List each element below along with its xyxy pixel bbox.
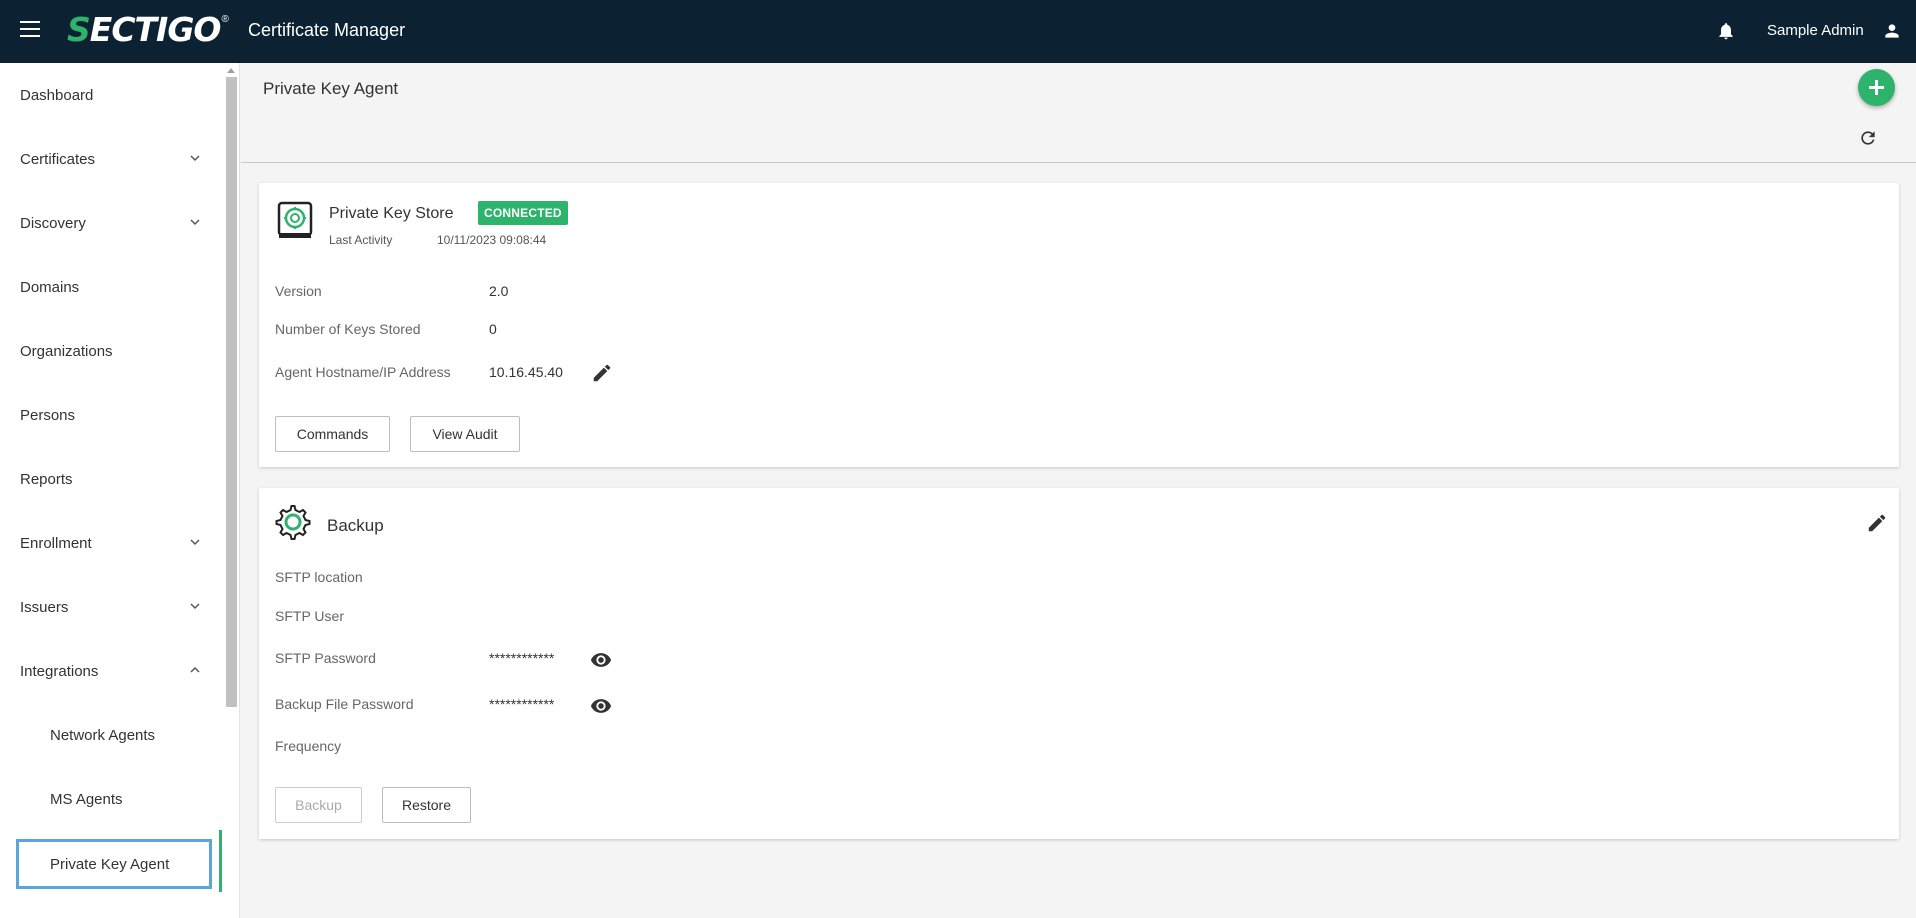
scrollbar-thumb[interactable] xyxy=(226,77,237,707)
bell-icon[interactable] xyxy=(1716,20,1736,42)
chevron-down-icon xyxy=(190,219,200,226)
logo-registered-mark: ® xyxy=(221,14,229,25)
chevron-down-icon xyxy=(190,539,200,546)
sectigo-logo[interactable]: SECTIGO ® xyxy=(67,12,229,48)
card-title: Private Key Store xyxy=(329,205,454,222)
chevron-down-icon xyxy=(190,603,200,610)
field-value-backup-file-password: ************ xyxy=(489,696,555,712)
sidebar-item-network-agents[interactable]: Network Agents xyxy=(0,703,222,767)
active-indicator xyxy=(219,830,222,892)
sidebar-item-organizations[interactable]: Organizations xyxy=(0,319,222,383)
field-label-hostname: Agent Hostname/IP Address xyxy=(275,364,451,380)
user-icon[interactable] xyxy=(1882,21,1902,41)
field-label-frequency: Frequency xyxy=(275,738,342,754)
restore-button[interactable]: Restore xyxy=(382,787,471,823)
last-activity-value: 10/11/2023 09:08:44 xyxy=(437,233,547,247)
field-label-sftp-password: SFTP Password xyxy=(275,650,376,666)
sidebar-item-label: Domains xyxy=(20,278,80,296)
sidebar: Dashboard Certificates Discovery Domains… xyxy=(0,63,240,918)
logo-text: SECTIGO xyxy=(67,10,221,49)
sidebar-item-label: Organizations xyxy=(20,342,113,360)
card-title: Backup xyxy=(327,516,384,535)
field-value-keys-stored: 0 xyxy=(489,321,497,337)
commands-button[interactable]: Commands xyxy=(275,416,390,452)
app-title: Certificate Manager xyxy=(248,20,406,40)
field-value-sftp-password: ************ xyxy=(489,650,555,666)
scroll-up-arrow[interactable] xyxy=(227,68,235,73)
sidebar-item-ms-agents[interactable]: MS Agents xyxy=(0,767,222,831)
menu-icon[interactable] xyxy=(20,21,42,41)
sidebar-item-label: Certificates xyxy=(20,150,96,168)
sidebar-item-persons[interactable]: Persons xyxy=(0,383,222,447)
chevron-down-icon xyxy=(190,155,200,162)
edit-backup-icon[interactable] xyxy=(1866,512,1888,534)
sidebar-item-label: Reports xyxy=(20,470,73,488)
field-value-version: 2.0 xyxy=(489,283,509,299)
sidebar-item-private-key-agent[interactable]: Private Key Agent xyxy=(16,839,212,889)
last-activity-label: Last Activity xyxy=(329,233,393,247)
sidebar-item-label: Enrollment xyxy=(20,534,92,552)
show-password-eye-icon[interactable] xyxy=(590,649,612,671)
backup-button[interactable]: Backup xyxy=(275,787,362,823)
add-button[interactable] xyxy=(1858,69,1895,106)
chevron-up-icon xyxy=(190,666,200,673)
sidebar-item-reports[interactable]: Reports xyxy=(0,447,222,511)
sidebar-item-dashboard[interactable]: Dashboard xyxy=(0,63,222,127)
sidebar-item-label: Issuers xyxy=(20,598,69,616)
view-audit-button[interactable]: View Audit xyxy=(410,416,520,452)
sidebar-item-domains[interactable]: Domains xyxy=(0,255,222,319)
page-title: Private Key Agent xyxy=(263,79,399,98)
sidebar-item-issuers[interactable]: Issuers xyxy=(0,575,222,639)
sidebar-item-label: Persons xyxy=(20,406,76,424)
private-key-store-card: Private Key Store CONNECTED Last Activit… xyxy=(259,183,1899,467)
sidebar-item-label: Integrations xyxy=(20,662,99,680)
sidebar-item-label: Private Key Agent xyxy=(50,855,170,873)
gear-icon xyxy=(275,505,311,540)
sidebar-item-certificates[interactable]: Certificates xyxy=(0,127,222,191)
show-password-eye-icon[interactable] xyxy=(590,695,612,717)
sidebar-item-label: Dashboard xyxy=(20,86,94,104)
key-store-icon xyxy=(277,201,313,238)
field-label-keys-stored: Number of Keys Stored xyxy=(275,321,421,337)
sidebar-item-discovery[interactable]: Discovery xyxy=(0,191,222,255)
status-badge: CONNECTED xyxy=(478,201,568,225)
sidebar-item-label: Discovery xyxy=(20,214,86,232)
field-label-backup-file-password: Backup File Password xyxy=(275,696,414,712)
header-divider xyxy=(241,162,1916,163)
user-name[interactable]: Sample Admin xyxy=(1767,22,1864,39)
backup-card: Backup SFTP location SFTP User SFTP Pass… xyxy=(259,488,1899,839)
sidebar-item-label: Network Agents xyxy=(50,726,156,744)
refresh-icon[interactable] xyxy=(1858,128,1878,148)
sidebar-item-enrollment[interactable]: Enrollment xyxy=(0,511,222,575)
edit-hostname-icon[interactable] xyxy=(591,362,613,384)
top-app-bar: SECTIGO ® Certificate Manager Sample Adm… xyxy=(0,0,1916,63)
field-label-sftp-user: SFTP User xyxy=(275,608,344,624)
field-label-sftp-location: SFTP location xyxy=(275,569,363,585)
field-label-version: Version xyxy=(275,283,322,299)
sidebar-item-integrations[interactable]: Integrations xyxy=(0,639,222,703)
sidebar-item-label: MS Agents xyxy=(50,790,123,808)
field-value-hostname: 10.16.45.40 xyxy=(489,364,563,380)
